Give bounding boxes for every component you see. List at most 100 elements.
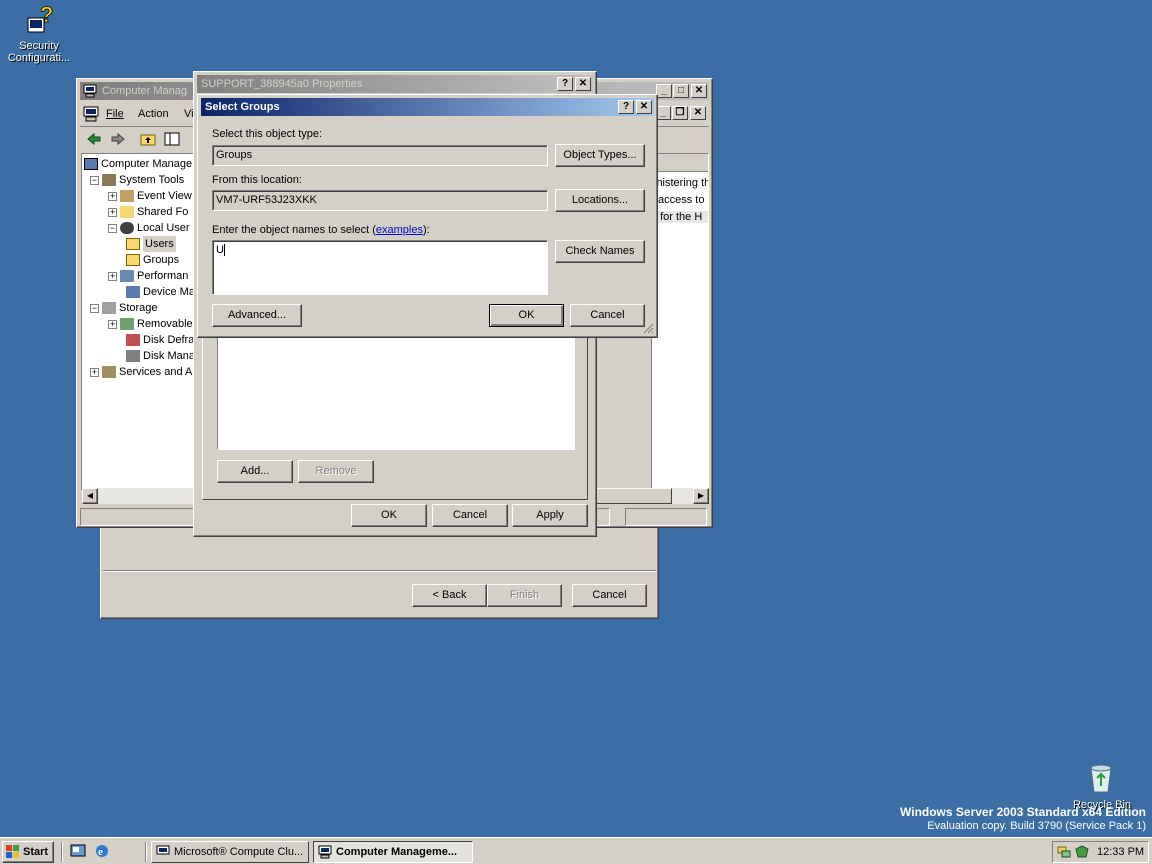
menu-action[interactable]: Action: [138, 108, 169, 120]
show-hide-tree-icon[interactable]: [164, 132, 180, 146]
check-names-button[interactable]: Check Names: [555, 240, 645, 263]
properties-ok-button[interactable]: OK: [351, 504, 427, 527]
tree-services-apps[interactable]: + Services and A: [90, 364, 192, 380]
computer-icon: [84, 158, 98, 170]
cm-minimize-button[interactable]: _: [656, 84, 672, 98]
defrag-icon: [126, 334, 140, 346]
internet-explorer-icon[interactable]: e: [94, 843, 110, 859]
folder-icon: [126, 238, 140, 250]
expand-toggle-icon[interactable]: +: [108, 319, 117, 329]
taskbar: Start e Microsoft® Compute Clu... Comput…: [0, 837, 1152, 864]
svg-text:e: e: [98, 846, 103, 858]
wizard-cancel-button[interactable]: Cancel: [572, 584, 647, 607]
members-list[interactable]: [217, 337, 575, 450]
expand-toggle-icon[interactable]: +: [108, 191, 117, 201]
collapse-toggle-icon[interactable]: −: [108, 223, 117, 233]
collapse-toggle-icon[interactable]: −: [90, 303, 99, 313]
storage-icon: [102, 302, 116, 314]
security-config-icon: ?: [27, 4, 54, 33]
cm-column-header[interactable]: [652, 154, 708, 172]
remove-member-button[interactable]: Remove: [298, 460, 374, 483]
tree-shared-folders[interactable]: + Shared Fo: [108, 204, 188, 220]
cm-description-line: access to: [658, 194, 705, 206]
forward-arrow-icon[interactable]: [110, 132, 126, 146]
locations-button[interactable]: Locations...: [555, 189, 645, 212]
network-tray-icon[interactable]: [1057, 845, 1071, 859]
scroll-left-arrow-icon[interactable]: ◀: [82, 488, 98, 504]
object-names-label: Enter the object names to select (exampl…: [212, 224, 430, 236]
expand-toggle-icon[interactable]: +: [108, 271, 117, 281]
back-button[interactable]: < Back: [412, 584, 487, 607]
add-member-button[interactable]: Add...: [217, 460, 293, 483]
cm-close-button[interactable]: ✕: [691, 84, 707, 98]
object-types-button[interactable]: Object Types...: [555, 144, 645, 167]
cm-menu-icon[interactable]: [83, 106, 99, 122]
event-viewer-icon: [120, 190, 134, 202]
start-label: Start: [23, 846, 49, 858]
back-arrow-icon[interactable]: [86, 132, 102, 146]
tree-event-viewer[interactable]: + Event View: [108, 188, 192, 204]
scroll-right-arrow-icon[interactable]: ▶: [693, 488, 709, 504]
menu-file[interactable]: File: [106, 108, 124, 120]
windows-logo-icon: [6, 845, 19, 858]
properties-title: SUPPORT_388945a0 Properties: [201, 78, 363, 90]
select-groups-cancel-button[interactable]: Cancel: [570, 304, 645, 327]
properties-cancel-button[interactable]: Cancel: [432, 504, 508, 527]
properties-close-button[interactable]: ✕: [575, 77, 591, 91]
users-icon: [120, 222, 134, 234]
security-config-desktop-icon[interactable]: ? Security Configurati...: [8, 4, 70, 66]
select-groups-close-button[interactable]: ✕: [636, 100, 652, 114]
cm-tree-pane: Computer Manage − System Tools + Event Vie…: [81, 153, 197, 491]
collapse-toggle-icon[interactable]: −: [90, 175, 99, 185]
tree-groups-folder[interactable]: Groups: [126, 252, 179, 268]
taskbar-cluster-button[interactable]: Microsoft® Compute Clu...: [151, 841, 309, 863]
device-manager-icon: [126, 286, 140, 298]
quick-launch-separator: [61, 842, 63, 862]
up-folder-icon[interactable]: [140, 132, 156, 146]
expand-toggle-icon[interactable]: +: [90, 367, 99, 377]
cm-maximize-button[interactable]: □: [673, 84, 689, 98]
security-tray-icon[interactable]: [1075, 845, 1089, 859]
start-button[interactable]: Start: [2, 841, 54, 863]
tree-local-users[interactable]: − Local User: [108, 220, 190, 236]
tree-disk-defrag[interactable]: Disk Defra: [126, 332, 194, 348]
tree-performance[interactable]: + Performan: [108, 268, 188, 284]
resize-grip-icon[interactable]: [642, 322, 654, 334]
tree-removable-storage[interactable]: + Removable: [108, 316, 193, 332]
tree-disk-management[interactable]: Disk Manag: [126, 348, 196, 364]
os-watermark: Windows Server 2003 Standard x64 Edition…: [900, 805, 1146, 833]
text-cursor: [223, 244, 225, 257]
folder-icon: [126, 254, 140, 266]
location-label: From this location:: [212, 174, 302, 186]
removable-storage-icon: [120, 318, 134, 330]
cm-right-pane: inistering th access to t for the H: [651, 153, 709, 491]
advanced-button[interactable]: Advanced...: [212, 304, 302, 327]
taskbar-computer-management-button[interactable]: Computer Manageme...: [313, 841, 473, 863]
cm-title: Computer Manag: [102, 85, 187, 97]
show-desktop-icon[interactable]: [70, 843, 86, 859]
cm-child-restore-button[interactable]: ❐: [672, 106, 688, 120]
recycle-bin-icon: [1090, 764, 1112, 793]
properties-apply-button[interactable]: Apply: [512, 504, 588, 527]
watermark-edition: Windows Server 2003 Standard x64 Edition: [900, 805, 1146, 819]
tree-device-manager[interactable]: Device Ma: [126, 284, 195, 300]
expand-toggle-icon[interactable]: +: [108, 207, 117, 217]
select-groups-help-button[interactable]: ?: [618, 100, 634, 114]
tree-system-tools[interactable]: − System Tools: [90, 172, 184, 188]
computer-management-icon: [318, 845, 332, 859]
finish-button[interactable]: Finish: [487, 584, 562, 607]
tree-users-folder[interactable]: Users: [126, 236, 176, 252]
wizard-separator: [103, 570, 656, 572]
clock: 12:33 PM: [1097, 846, 1145, 858]
tree-computer-management[interactable]: Computer Manage: [84, 156, 192, 172]
object-names-input[interactable]: U: [212, 240, 548, 295]
properties-help-button[interactable]: ?: [557, 77, 573, 91]
disk-management-icon: [126, 350, 140, 362]
select-groups-ok-button[interactable]: OK: [489, 304, 564, 327]
examples-link[interactable]: examples: [376, 224, 423, 236]
cm-child-close-button[interactable]: ✕: [690, 106, 706, 120]
system-tray: 12:33 PM: [1052, 841, 1149, 863]
task-separator: [145, 842, 147, 862]
select-groups-titlebar: Select Groups ? ✕: [201, 98, 654, 116]
tree-storage[interactable]: − Storage: [90, 300, 158, 316]
